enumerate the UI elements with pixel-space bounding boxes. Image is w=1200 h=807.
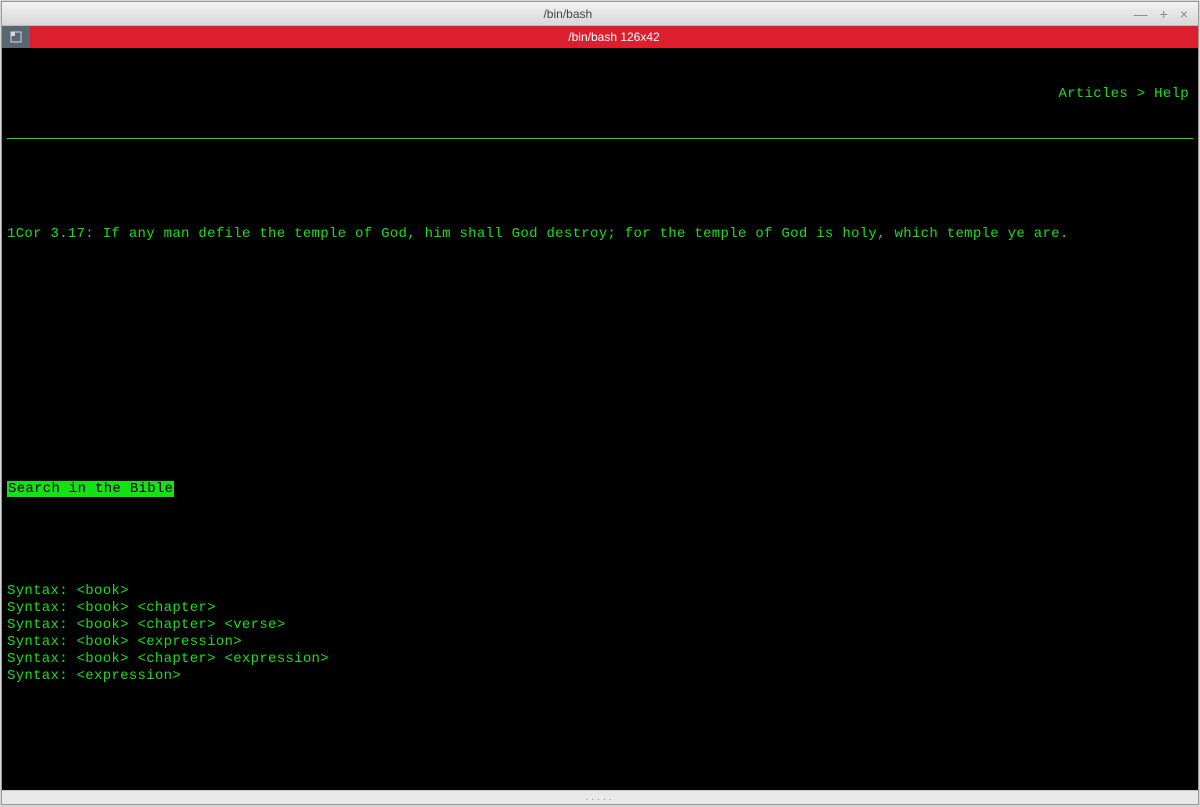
blank-line (7, 175, 1193, 192)
minimize-icon[interactable]: — (1134, 6, 1148, 22)
syntax-line: Syntax: <book> <chapter> <expression> (7, 651, 1193, 668)
terminal-icon[interactable] (2, 26, 30, 48)
terminal-window: /bin/bash — + × /bin/bash 126x42 Article… (1, 1, 1199, 805)
divider (7, 138, 1193, 139)
tab-title[interactable]: /bin/bash 126x42 (30, 26, 1198, 48)
status-bar: ..... (2, 790, 1198, 804)
terminal-content[interactable]: Articles > Help 1Cor 3.17: If any man de… (2, 48, 1198, 790)
syntax-line: Syntax: <book> (7, 583, 1193, 600)
syntax-line: Syntax: <expression> (7, 668, 1193, 685)
maximize-icon[interactable]: + (1160, 6, 1168, 22)
verse-text: 1Cor 3.17: If any man defile the temple … (7, 226, 1193, 243)
syntax-line: Syntax: <book> <chapter> <verse> (7, 617, 1193, 634)
close-icon[interactable]: × (1180, 6, 1188, 22)
syntax-line: Syntax: <book> <expression> (7, 634, 1193, 651)
window-title: /bin/bash (543, 7, 592, 21)
tab-bar: /bin/bash 126x42 (2, 26, 1198, 48)
search-heading: Search in the Bible (7, 481, 1193, 498)
breadcrumb: Articles > Help (7, 86, 1193, 103)
window-titlebar: /bin/bash — + × (2, 2, 1198, 26)
syntax-line: Syntax: <book> <chapter> (7, 600, 1193, 617)
